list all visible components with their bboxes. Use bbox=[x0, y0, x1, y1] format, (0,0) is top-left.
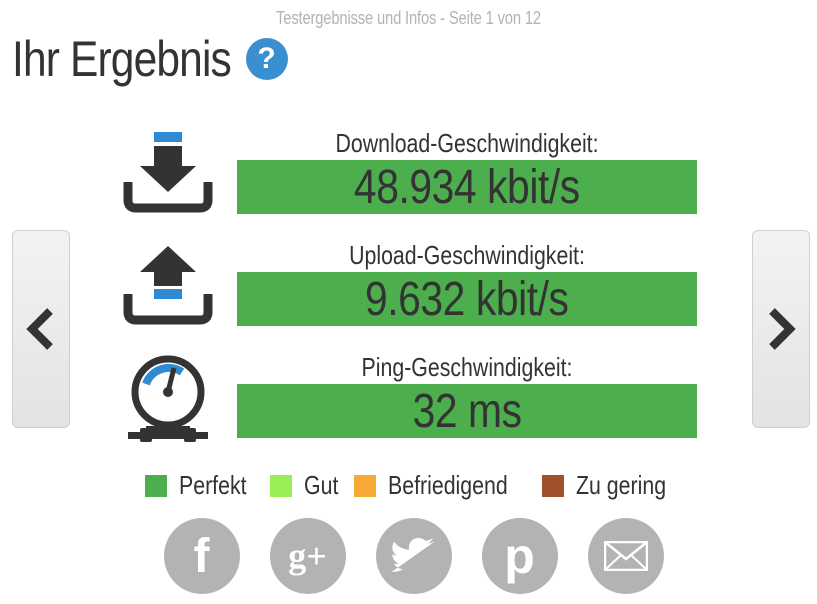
facebook-icon: f bbox=[193, 529, 210, 583]
legend-label: Perfekt bbox=[179, 470, 247, 500]
legend-item-zu-gering: Zu gering bbox=[541, 470, 672, 501]
legend-label: Gut bbox=[303, 470, 339, 500]
ping-value: 32 ms bbox=[412, 384, 522, 438]
facebook-share-button[interactable]: f bbox=[163, 518, 240, 594]
page-title: Ihr Ergebnis bbox=[12, 31, 232, 87]
legend-item-gut: Gut bbox=[269, 470, 338, 501]
google-plus-share-button[interactable]: g+ bbox=[269, 518, 346, 594]
legend-label: Zu gering bbox=[575, 470, 666, 500]
pinterest-share-button[interactable]: p bbox=[481, 518, 558, 594]
pinterest-icon: p bbox=[504, 528, 535, 584]
legend: Perfekt Gut Befriedigend Zu gering bbox=[0, 470, 817, 501]
social-share-bar: f g+ p bbox=[0, 518, 817, 594]
legend-swatch bbox=[353, 474, 376, 497]
legend-item-befriedigend: Befriedigend bbox=[353, 470, 520, 501]
envelope-icon bbox=[603, 541, 648, 571]
download-value: 48.934 kbit/s bbox=[354, 160, 580, 214]
upload-label: Upload-Geschwindigkeit: bbox=[349, 240, 585, 270]
download-result: Download-Geschwindigkeit: 48.934 kbit/s bbox=[120, 128, 700, 230]
download-bar: 48.934 kbit/s bbox=[237, 160, 697, 214]
chevron-left-icon bbox=[26, 308, 53, 350]
previous-page-button[interactable] bbox=[12, 230, 70, 428]
legend-item-perfekt: Perfekt bbox=[145, 470, 247, 501]
page-indicator: Testergebnisse und Infos - Seite 1 von 1… bbox=[276, 8, 541, 28]
upload-result: Upload-Geschwindigkeit: 9.632 kbit/s bbox=[120, 240, 700, 342]
download-icon bbox=[123, 132, 213, 213]
header: Ihr Ergebnis ? bbox=[12, 30, 288, 88]
twitter-icon bbox=[391, 538, 435, 573]
chevron-right-icon bbox=[769, 308, 796, 350]
email-share-button[interactable] bbox=[587, 518, 664, 594]
upload-bar: 9.632 kbit/s bbox=[237, 272, 697, 326]
help-icon[interactable]: ? bbox=[245, 38, 288, 80]
upload-value: 9.632 kbit/s bbox=[365, 272, 569, 326]
next-page-button[interactable] bbox=[752, 230, 810, 428]
ping-label: Ping-Geschwindigkeit: bbox=[361, 352, 573, 382]
download-label: Download-Geschwindigkeit: bbox=[335, 128, 599, 158]
upload-icon bbox=[123, 246, 213, 325]
legend-label: Befriedigend bbox=[387, 470, 508, 500]
google-plus-icon: g+ bbox=[288, 536, 327, 576]
legend-swatch bbox=[145, 474, 168, 497]
ping-result: Ping-Geschwindigkeit: 32 ms bbox=[120, 352, 700, 454]
twitter-share-button[interactable] bbox=[375, 518, 452, 594]
gauge-icon bbox=[128, 355, 208, 442]
ping-bar: 32 ms bbox=[237, 384, 697, 438]
legend-swatch bbox=[541, 474, 564, 497]
legend-swatch bbox=[269, 474, 292, 497]
